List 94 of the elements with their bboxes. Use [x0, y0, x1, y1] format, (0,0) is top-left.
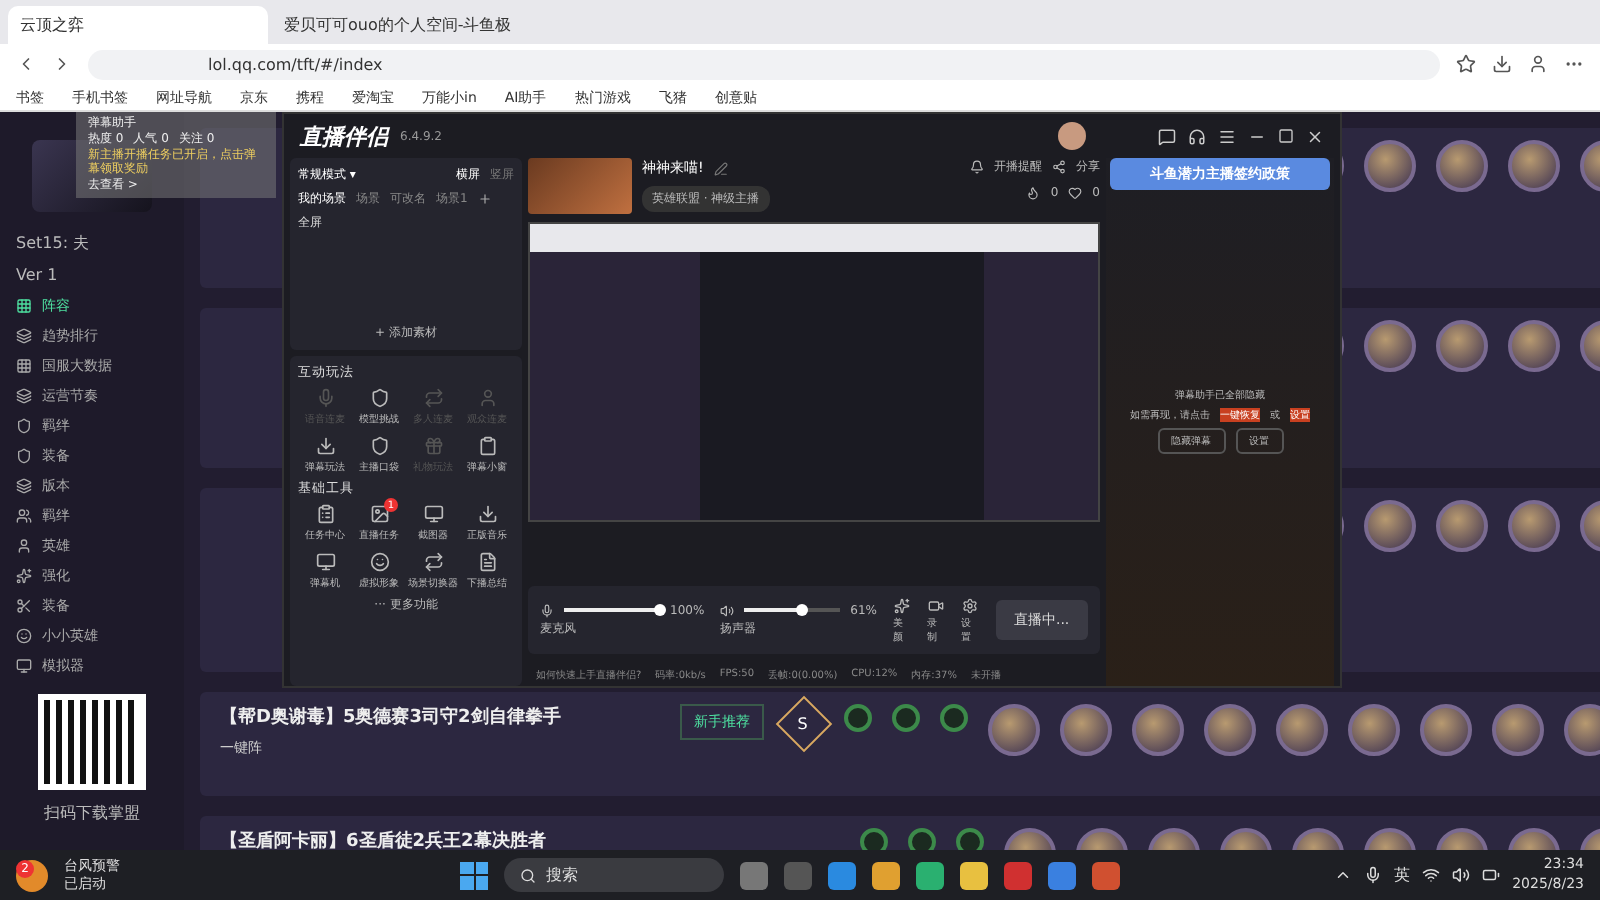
document-icon [477, 552, 497, 572]
wifi-icon[interactable] [1422, 866, 1441, 884]
smiley-icon [369, 552, 389, 572]
taskbar-app-icon[interactable] [916, 861, 944, 889]
champion-avatar [1348, 704, 1400, 756]
camera-icon [928, 597, 945, 613]
message-icon[interactable] [1158, 127, 1176, 145]
people-icon [16, 507, 32, 523]
browser-tab[interactable]: 云顶之弈 [8, 6, 268, 44]
mic-icon[interactable] [1364, 866, 1383, 884]
lineup-title: 【帮D奥谢毒】5奥德赛3司守2剑自律拳手 [220, 704, 563, 730]
taskbar-search-field[interactable]: 搜索 [504, 858, 724, 892]
shield-icon [16, 417, 32, 433]
champion-avatar [1508, 500, 1560, 552]
qr-caption: 扫码下载掌盟 [42, 802, 142, 826]
address-field[interactable]: lol.qq.com/tft/#/index [88, 49, 1440, 79]
user-avatar[interactable] [1058, 122, 1086, 150]
qr-code [38, 694, 146, 790]
gift-icon [423, 436, 443, 456]
champion-avatar [1492, 704, 1544, 756]
heart-icon [1068, 186, 1083, 200]
grid-icon [16, 357, 32, 373]
champion-avatar [1204, 704, 1256, 756]
shield-icon [369, 436, 389, 456]
tier-badge: S [775, 695, 833, 753]
checklist-icon [315, 504, 335, 524]
champion-avatar [1060, 704, 1112, 756]
champion-avatar [1364, 500, 1416, 552]
download-icon[interactable] [1492, 54, 1512, 74]
headset-icon[interactable] [1188, 127, 1206, 145]
taskbar-app-icon[interactable] [828, 861, 856, 889]
flame-icon [1026, 186, 1041, 200]
trait-icon [940, 704, 968, 732]
trait-icon [844, 704, 872, 732]
trait-icon [892, 704, 920, 732]
menu-icon[interactable] [1218, 127, 1236, 145]
champion-avatar [1508, 320, 1560, 372]
speaker-icon[interactable] [720, 603, 735, 617]
sparkles-icon [894, 597, 911, 613]
person-icon [477, 388, 497, 408]
edit-icon[interactable] [713, 161, 728, 175]
champion-avatar [1508, 140, 1560, 192]
champion-avatar [1132, 704, 1184, 756]
taskbar-app-icon[interactable] [1048, 861, 1076, 889]
version-label: Ver 1 [14, 264, 60, 288]
champion-avatar [1436, 500, 1488, 552]
image-icon [369, 504, 389, 524]
swap-icon [423, 388, 443, 408]
champion-avatar [1364, 320, 1416, 372]
maximize-icon[interactable] [1278, 128, 1294, 144]
scissors-icon [16, 597, 32, 613]
profile-icon[interactable] [1528, 54, 1548, 74]
search-icon [520, 867, 536, 883]
mic-icon[interactable] [540, 603, 554, 617]
champion-avatar [1436, 320, 1488, 372]
champion-avatar [1436, 140, 1488, 192]
input-language[interactable]: 英 [1394, 864, 1411, 886]
windows-start-icon[interactable] [460, 861, 488, 889]
close-icon[interactable] [1306, 127, 1324, 145]
layers-icon [16, 477, 32, 493]
swap-icon [423, 552, 443, 572]
download-icon [477, 504, 497, 524]
champion-avatar [988, 704, 1040, 756]
browser-tab[interactable]: 爱贝可可ouo的个人空间-斗鱼极 [272, 6, 612, 44]
layers-icon [16, 387, 32, 403]
monitor-icon [315, 552, 335, 572]
set-label: Set15: 夫 [14, 232, 92, 256]
lineup-card[interactable]: 【圣盾阿卡丽】6圣盾徒2兵王2幕决胜者 [200, 816, 1600, 850]
download-icon [315, 436, 335, 456]
star-icon[interactable] [1456, 54, 1476, 74]
battery-icon[interactable] [1482, 866, 1501, 884]
app-logo-text: 直播伴侣 [300, 121, 388, 151]
bell-icon[interactable] [970, 160, 984, 174]
smiley-icon [16, 627, 32, 643]
settings-icon [962, 597, 979, 613]
taskbar-app-icon[interactable] [960, 861, 988, 889]
monitor-icon [16, 657, 32, 673]
person-icon [16, 537, 32, 553]
clipboard-icon [477, 436, 497, 456]
add-scene-icon[interactable] [477, 192, 492, 206]
champion-avatar [1276, 704, 1328, 756]
mic-icon [315, 388, 335, 408]
monitor-icon [423, 504, 443, 524]
sparkles-icon [16, 567, 32, 583]
shield-icon [16, 447, 32, 463]
lineup-title: 【圣盾阿卡丽】6圣盾徒2兵王2幕决胜者 [220, 828, 548, 850]
layers-icon [16, 327, 32, 343]
champion-avatar [1420, 704, 1472, 756]
volume-icon[interactable] [1452, 866, 1471, 884]
champion-avatar [1364, 140, 1416, 192]
taskbar-app-icon[interactable] [872, 861, 900, 889]
share-icon[interactable] [1052, 160, 1066, 174]
grid-icon [16, 297, 32, 313]
shield-icon [369, 388, 389, 408]
